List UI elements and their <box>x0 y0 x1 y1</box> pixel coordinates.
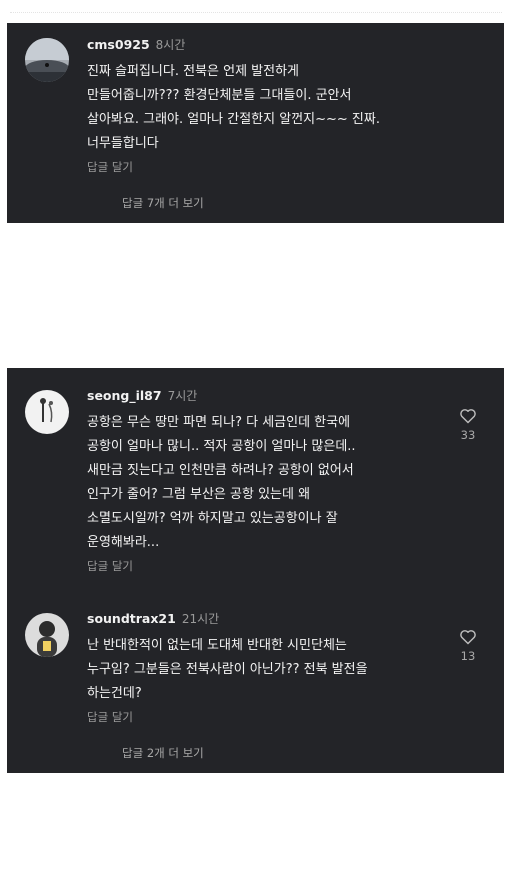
timestamp: 8시간 <box>155 38 186 52</box>
like-control: 33 <box>456 408 480 442</box>
comment-panel-1: cms0925 8시간 진짜 슬퍼집니다. 전북은 언제 발전하게 만들어줍니까?… <box>7 23 504 223</box>
avatar[interactable] <box>25 613 69 657</box>
comment-meta: soundtrax21 21시간 <box>87 611 444 627</box>
username[interactable]: soundtrax21 <box>87 611 176 626</box>
view-more-replies-button[interactable]: 답글 2개 더 보기 <box>122 745 204 761</box>
username[interactable]: cms0925 <box>87 37 150 52</box>
timestamp: 7시간 <box>167 389 198 403</box>
comment-panel-2: seong_il87 7시간 공항은 무슨 땅만 파면 되나? 다 세금인데 한국… <box>7 368 504 773</box>
reply-button[interactable]: 답글 달기 <box>87 557 444 575</box>
comment-text: 난 반대한적이 없는데 도대체 반대한 시민단체는 누구임? 그분들은 전북사람… <box>87 638 368 701</box>
divider <box>10 12 502 13</box>
comment-text: 진짜 슬퍼집니다. 전북은 언제 발전하게 만들어줍니까??? 환경단체분들 그… <box>87 64 380 151</box>
like-count: 13 <box>460 649 476 663</box>
reply-button[interactable]: 답글 달기 <box>87 158 444 176</box>
comment-meta: seong_il87 7시간 <box>87 388 444 404</box>
heart-outline-icon[interactable] <box>459 629 477 645</box>
like-count: 33 <box>460 428 476 442</box>
avatar[interactable] <box>25 38 69 82</box>
avatar[interactable] <box>25 390 69 434</box>
like-control: 13 <box>456 629 480 663</box>
view-more-replies-button[interactable]: 답글 7개 더 보기 <box>122 195 204 211</box>
comment-text: 공항은 무슨 땅만 파면 되나? 다 세금인데 한국에 공항이 얼마나 많니..… <box>87 415 356 550</box>
comment-meta: cms0925 8시간 <box>87 37 444 53</box>
heart-outline-icon[interactable] <box>459 408 477 424</box>
reply-button[interactable]: 답글 달기 <box>87 708 444 726</box>
timestamp: 21시간 <box>181 612 220 626</box>
username[interactable]: seong_il87 <box>87 388 162 403</box>
